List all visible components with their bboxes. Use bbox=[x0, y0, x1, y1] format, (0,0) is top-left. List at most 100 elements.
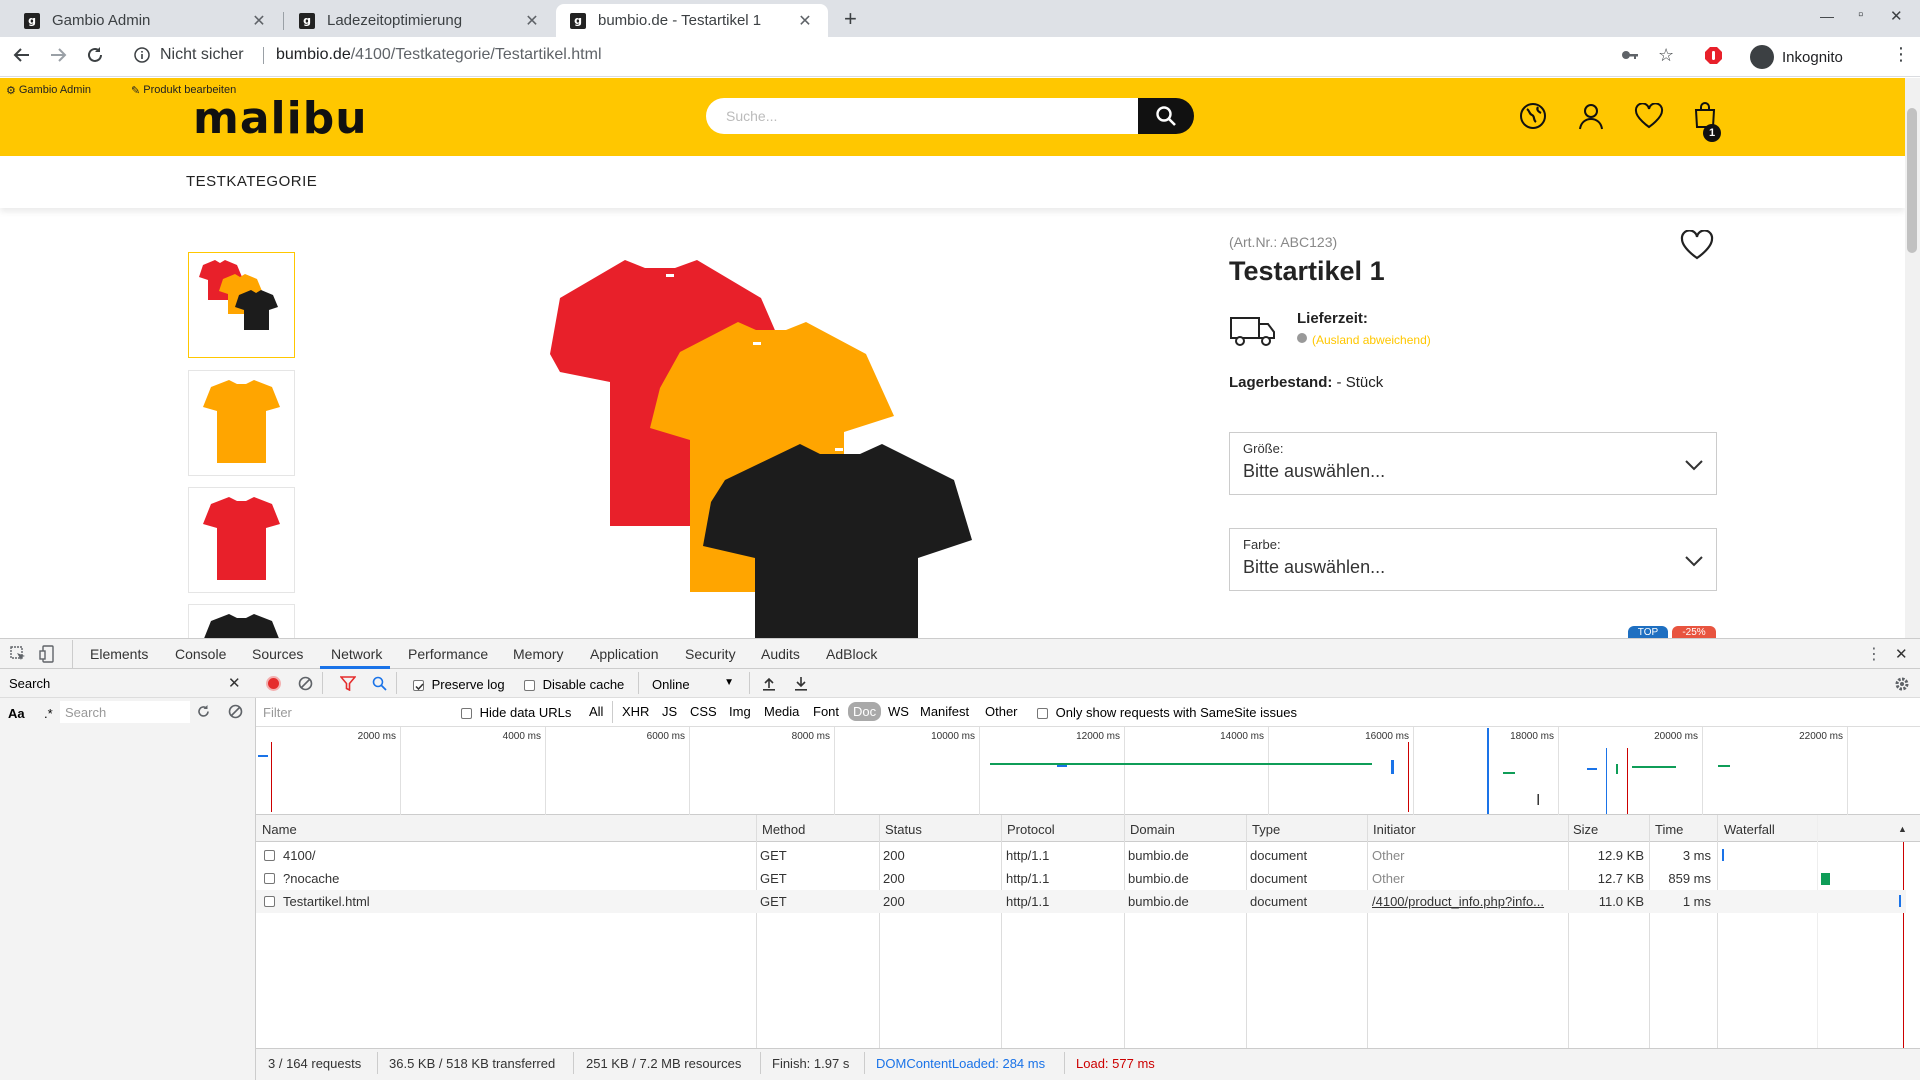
refresh-search-icon[interactable] bbox=[196, 704, 211, 719]
network-settings-gear-icon[interactable] bbox=[1894, 676, 1910, 692]
devtools-tab-audits[interactable]: Audits bbox=[761, 646, 800, 662]
product-thumbnail[interactable] bbox=[188, 604, 295, 638]
search-icon[interactable] bbox=[372, 676, 387, 691]
type-filter-doc[interactable]: Doc bbox=[848, 702, 882, 721]
delivery-note[interactable]: (Ausland abweichend) bbox=[1312, 333, 1431, 347]
document-file-icon bbox=[264, 873, 275, 884]
samesite-checkbox[interactable]: Only show requests with SameSite issues bbox=[1037, 705, 1297, 720]
language-globe-icon[interactable] bbox=[1519, 102, 1547, 130]
product-thumbnail[interactable] bbox=[188, 487, 295, 593]
shop-search-button[interactable] bbox=[1138, 98, 1194, 134]
bookmark-star-icon[interactable]: ☆ bbox=[1658, 45, 1674, 66]
search-panel-close-icon[interactable]: ✕ bbox=[228, 674, 241, 692]
column-header-status[interactable]: Status bbox=[885, 822, 922, 837]
size-select[interactable]: Größe: Bitte auswählen... bbox=[1229, 432, 1717, 495]
disable-cache-checkbox[interactable]: Disable cache bbox=[524, 677, 624, 692]
back-icon[interactable] bbox=[12, 45, 32, 65]
key-icon[interactable] bbox=[1621, 47, 1639, 63]
new-tab-icon[interactable]: + bbox=[844, 6, 857, 32]
incognito-profile[interactable]: Inkognito bbox=[1750, 43, 1843, 71]
column-header-waterfall[interactable]: Waterfall bbox=[1724, 822, 1775, 837]
inspect-element-icon[interactable] bbox=[10, 646, 26, 662]
column-header-time[interactable]: Time bbox=[1655, 822, 1683, 837]
color-select[interactable]: Farbe: Bitte auswählen... bbox=[1229, 528, 1717, 591]
tab-close-icon[interactable]: ✕ bbox=[523, 11, 541, 31]
type-filter-other[interactable]: Other bbox=[985, 704, 1018, 719]
tab-ladezeitoptimierung[interactable]: g Ladezeitoptimierung ✕ bbox=[285, 4, 555, 37]
hide-data-urls-checkbox[interactable]: Hide data URLs bbox=[461, 705, 571, 720]
sort-ascending-icon[interactable]: ▲ bbox=[1898, 824, 1907, 834]
product-main-image[interactable] bbox=[530, 252, 980, 638]
throttling-select[interactable]: Online ▼ bbox=[652, 677, 734, 692]
window-close-icon[interactable]: ✕ bbox=[1890, 7, 1903, 25]
devtools-tab-application[interactable]: Application bbox=[590, 646, 659, 662]
column-header-size[interactable]: Size bbox=[1573, 822, 1598, 837]
adblock-icon[interactable] bbox=[1705, 47, 1722, 64]
regex-toggle[interactable]: .* bbox=[44, 706, 53, 721]
reload-icon[interactable] bbox=[85, 45, 105, 65]
devtools-close-icon[interactable]: ✕ bbox=[1895, 645, 1908, 663]
export-har-icon[interactable] bbox=[794, 676, 808, 691]
security-label[interactable]: Nicht sicher bbox=[160, 46, 244, 64]
type-filter-all[interactable]: All bbox=[589, 704, 603, 719]
tab-close-icon[interactable]: ✕ bbox=[250, 11, 268, 31]
product-thumbnail[interactable] bbox=[188, 252, 295, 358]
type-filter-manifest[interactable]: Manifest bbox=[920, 704, 969, 719]
product-thumbnail[interactable] bbox=[188, 370, 295, 476]
type-filter-css[interactable]: CSS bbox=[690, 704, 717, 719]
tab-gambio-admin[interactable]: g Gambio Admin ✕ bbox=[10, 4, 282, 37]
filter-funnel-icon[interactable] bbox=[340, 676, 356, 691]
devtools-tab-memory[interactable]: Memory bbox=[513, 646, 564, 662]
nav-item-testkategorie[interactable]: TESTKATEGORIE bbox=[186, 173, 317, 190]
table-row[interactable]: 4100/ GET 200 http/1.1 bumbio.de documen… bbox=[256, 844, 1906, 867]
account-user-icon[interactable] bbox=[1577, 102, 1605, 130]
column-header-method[interactable]: Method bbox=[762, 822, 805, 837]
type-filter-ws[interactable]: WS bbox=[888, 704, 909, 719]
column-header-type[interactable]: Type bbox=[1252, 822, 1280, 837]
clear-log-icon[interactable] bbox=[298, 676, 313, 691]
address-bar[interactable]: bumbio.de/4100/Testkategorie/Testartikel… bbox=[276, 46, 602, 64]
type-filter-img[interactable]: Img bbox=[729, 704, 751, 719]
type-filter-media[interactable]: Media bbox=[764, 704, 799, 719]
request-bar bbox=[1503, 772, 1515, 774]
shop-logo[interactable]: malibu bbox=[193, 93, 368, 144]
column-header-protocol[interactable]: Protocol bbox=[1007, 822, 1055, 837]
type-filter-js[interactable]: JS bbox=[662, 704, 677, 719]
wishlist-heart-icon[interactable] bbox=[1634, 103, 1664, 129]
tab-testartikel[interactable]: g bumbio.de - Testartikel 1 ✕ bbox=[556, 4, 828, 37]
request-initiator-link[interactable]: /4100/product_info.php?info... bbox=[1372, 894, 1562, 909]
shop-search-input[interactable]: Suche... bbox=[706, 98, 1138, 134]
page-scrollbar-thumb[interactable] bbox=[1907, 108, 1917, 253]
record-icon[interactable] bbox=[266, 676, 281, 691]
column-header-domain[interactable]: Domain bbox=[1130, 822, 1175, 837]
product-wishlist-heart-icon[interactable] bbox=[1680, 230, 1714, 260]
column-header-initiator[interactable]: Initiator bbox=[1373, 822, 1416, 837]
forward-icon[interactable] bbox=[48, 45, 68, 65]
filter-input[interactable]: Filter bbox=[258, 702, 448, 723]
match-case-toggle[interactable]: Aa bbox=[8, 706, 25, 721]
clear-search-icon[interactable] bbox=[228, 704, 243, 719]
devtools-tab-security[interactable]: Security bbox=[685, 646, 736, 662]
devtools-tab-adblock[interactable]: AdBlock bbox=[826, 646, 877, 662]
column-header-name[interactable]: Name bbox=[262, 822, 297, 837]
devtools-tab-elements[interactable]: Elements bbox=[90, 646, 148, 662]
import-har-icon[interactable] bbox=[762, 676, 776, 691]
search-query-input[interactable]: Search bbox=[60, 701, 190, 723]
info-icon[interactable] bbox=[134, 47, 150, 63]
devtools-tab-network[interactable]: Network bbox=[331, 646, 382, 662]
table-row[interactable]: ?nocache GET 200 http/1.1 bumbio.de docu… bbox=[256, 867, 1906, 890]
maximize-icon[interactable]: ▫ bbox=[1858, 6, 1863, 23]
preserve-log-checkbox[interactable]: Preserve log bbox=[413, 677, 505, 692]
type-filter-xhr[interactable]: XHR bbox=[622, 704, 649, 719]
devtools-menu-icon[interactable]: ⋮ bbox=[1866, 644, 1882, 664]
browser-menu-icon[interactable]: ⋮ bbox=[1892, 44, 1910, 65]
tab-close-icon[interactable]: ✕ bbox=[796, 11, 814, 31]
device-toolbar-icon[interactable] bbox=[39, 645, 55, 663]
table-row[interactable]: Testartikel.html GET 200 http/1.1 bumbio… bbox=[256, 890, 1906, 913]
devtools-tab-console[interactable]: Console bbox=[175, 646, 226, 662]
devtools-tab-performance[interactable]: Performance bbox=[408, 646, 488, 662]
devtools-tab-sources[interactable]: Sources bbox=[252, 646, 303, 662]
minimize-icon[interactable]: — bbox=[1820, 8, 1834, 24]
type-filter-font[interactable]: Font bbox=[813, 704, 839, 719]
admin-link[interactable]: Gambio Admin bbox=[19, 84, 91, 96]
